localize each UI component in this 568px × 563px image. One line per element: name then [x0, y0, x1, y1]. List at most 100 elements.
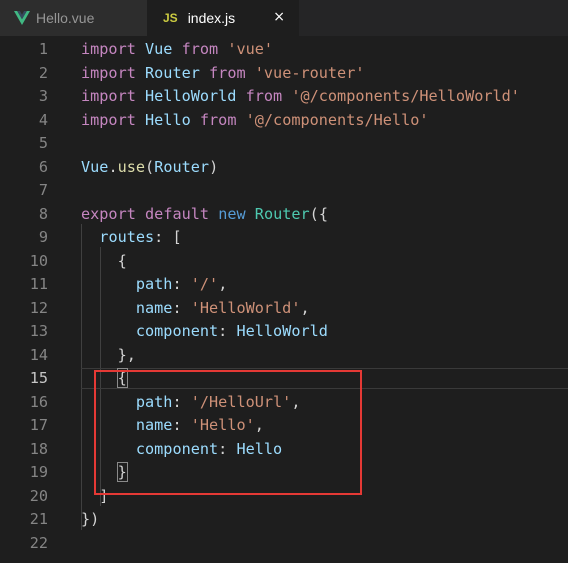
line-number: 6 — [38, 157, 48, 176]
code-token: from — [199, 110, 237, 129]
code-token: 'HelloWorld' — [190, 298, 301, 317]
line-number: 2 — [38, 63, 48, 82]
code-text: component: HelloWorld — [81, 320, 328, 344]
line-number: 20 — [29, 486, 48, 505]
tab-hello-vue[interactable]: Hello.vue — [0, 0, 147, 36]
code-token: Router — [254, 204, 310, 223]
code-token: }, — [81, 345, 136, 364]
code-text: import Router from 'vue-router' — [81, 62, 365, 86]
code-token: path — [135, 275, 173, 293]
code-token: ( — [145, 157, 155, 176]
code-token: ) — [209, 157, 219, 176]
code-token: 'vue-router' — [254, 63, 365, 82]
line-number: 10 — [29, 251, 48, 270]
code-line[interactable]: 8 export default new Router({ — [0, 203, 568, 227]
code-token: Router — [154, 157, 210, 176]
line-number: 12 — [29, 298, 48, 317]
code-token: HelloWorld — [135, 87, 246, 105]
code-token: '@/components/HelloWorld' — [291, 87, 520, 105]
code-token: from — [209, 63, 246, 82]
code-token: 'vue' — [227, 40, 274, 58]
code-token: Vue — [135, 40, 182, 58]
line-number: 17 — [29, 416, 48, 434]
code-line[interactable]: 2 import Router from 'vue-router' — [0, 62, 568, 86]
code-text: Vue.use(Router) — [81, 156, 218, 180]
line-number: 8 — [38, 204, 48, 223]
code-line[interactable]: 21}) — [0, 508, 568, 532]
code-line[interactable]: 3 import HelloWorld from '@/components/He… — [0, 85, 568, 109]
line-number: 18 — [29, 439, 48, 458]
code-line[interactable]: 11 path: '/', — [0, 273, 568, 297]
code-text: import Vue from 'vue' — [81, 38, 273, 62]
code-token: name — [135, 298, 173, 317]
code-line[interactable]: 10 { — [0, 250, 568, 274]
tab-label: index.js — [187, 10, 236, 26]
code-token: : [ — [154, 228, 182, 246]
line-number: 7 — [38, 181, 48, 199]
code-text: }, — [81, 344, 136, 368]
code-token: default — [145, 204, 210, 223]
code-token: '/' — [190, 275, 219, 293]
code-token: Vue — [81, 157, 109, 176]
line-number: 22 — [29, 533, 48, 552]
line-number: 15 — [29, 369, 48, 387]
code-line[interactable]: 13 component: HelloWorld — [0, 320, 568, 344]
code-text: export default new Router({ — [81, 203, 328, 227]
line-number: 9 — [38, 228, 48, 246]
code-line[interactable]: 12 name: 'HelloWorld', — [0, 297, 568, 321]
code-token: routes — [99, 228, 155, 246]
code-token: export — [81, 204, 136, 223]
tab-index-js[interactable]: JS index.js × — [147, 0, 299, 36]
code-token: use — [117, 157, 146, 176]
code-line[interactable]: 22 — [0, 532, 568, 556]
code-line[interactable]: 6 Vue.use(Router) — [0, 156, 568, 180]
js-icon: JS — [163, 11, 178, 25]
line-number: 3 — [38, 87, 48, 105]
highlight-box — [94, 370, 362, 495]
code-token: HelloWorld — [236, 322, 328, 340]
code-token: import — [81, 110, 136, 129]
code-text: }) — [81, 508, 99, 532]
code-token: : — [172, 298, 191, 317]
code-token: . — [108, 157, 118, 176]
code-token: from — [181, 40, 219, 58]
code-token: : — [218, 322, 237, 340]
line-number: 19 — [29, 463, 48, 481]
line-number: 16 — [29, 392, 48, 411]
code-token: }) — [81, 510, 100, 528]
tab-bar: Hello.vue JS index.js × — [0, 0, 568, 36]
code-token: Router — [135, 63, 210, 82]
code-token: ({ — [309, 204, 328, 223]
code-token: , — [218, 275, 228, 293]
code-text: name: 'HelloWorld', — [81, 297, 310, 321]
code-text: routes: [ — [81, 226, 182, 250]
code-line[interactable]: 4 import Hello from '@/components/Hello' — [0, 109, 568, 133]
code-line[interactable]: 9 routes: [ — [0, 226, 568, 250]
line-number: 1 — [38, 40, 48, 58]
code-token: { — [81, 251, 127, 270]
code-line[interactable]: 5 — [0, 132, 568, 156]
code-text: { — [81, 250, 127, 274]
line-number: 4 — [38, 110, 48, 129]
code-line[interactable]: 14 }, — [0, 344, 568, 368]
line-number: 11 — [29, 275, 48, 293]
code-token: import — [81, 40, 136, 58]
code-token: from — [245, 87, 283, 105]
code-token: import — [81, 63, 136, 82]
code-token: '@/components/Hello' — [245, 110, 429, 129]
code-token: Hello — [135, 110, 200, 129]
code-token: component — [135, 322, 219, 340]
close-icon[interactable]: × — [273, 9, 285, 25]
code-line[interactable]: 7 — [0, 179, 568, 203]
code-line[interactable]: 1 import Vue from 'vue' — [0, 38, 568, 62]
